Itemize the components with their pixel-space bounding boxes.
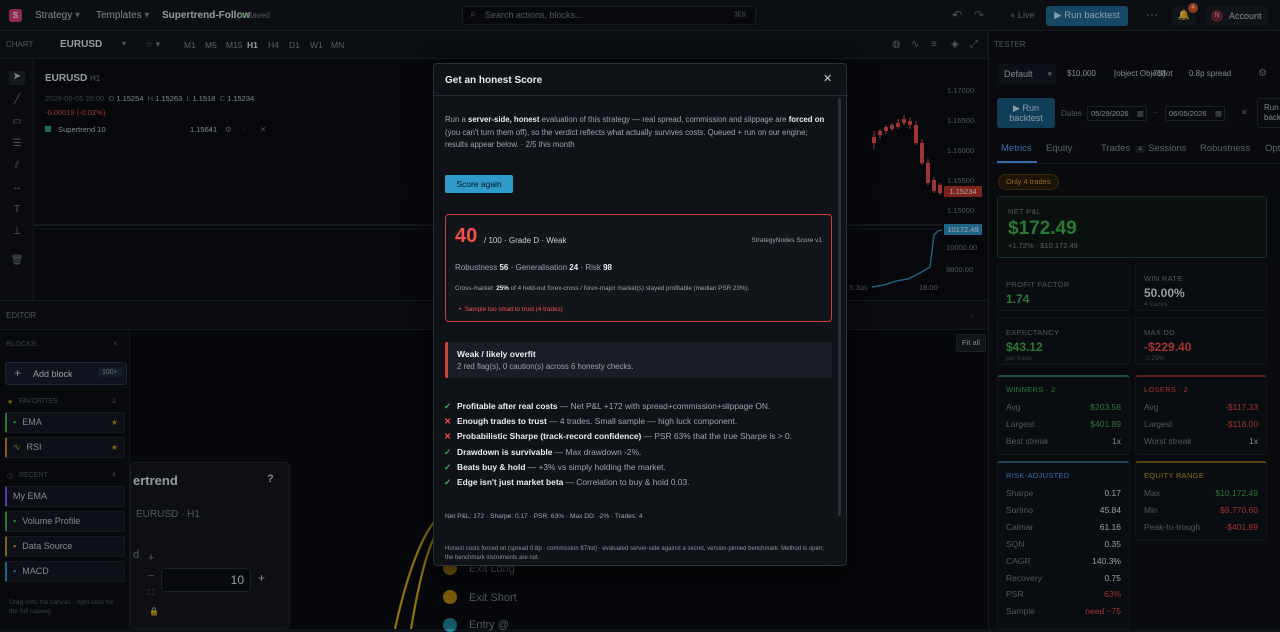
subscores: Robustness 56 · Generalisation 24 · Risk… xyxy=(455,263,612,272)
honesty-check: ✓ Profitable after real costs — Net P&L +… xyxy=(444,401,771,411)
check-icon: ✓ xyxy=(444,461,452,472)
honesty-check: ✓ Drawdown is survivable — Max drawdown -… xyxy=(444,446,642,457)
check-icon: ✓ xyxy=(444,477,452,487)
warning-item: • Sample too small to trust (4 trades) xyxy=(459,306,563,313)
honesty-check: ✕ Probabilistic Sharpe (track-record conf… xyxy=(444,431,792,442)
honesty-check: ✓ Beats buy & hold — +3% vs simply holdin… xyxy=(444,461,666,472)
verdict-box: Weak / likely overfit 2 red flag(s), 0 c… xyxy=(445,342,832,378)
check-icon: ✓ xyxy=(444,401,452,411)
score-card: 40 / 100 · Grade D · Weak StrategyNodes … xyxy=(445,214,832,322)
score-value: 40 xyxy=(455,225,478,247)
modal-footer: Honest costs forced on (spread 0.8p · co… xyxy=(445,546,824,561)
close-icon[interactable]: ✕ xyxy=(823,72,832,85)
scrollbar[interactable] xyxy=(838,98,841,516)
honesty-check: ✕ Enough trades to trust — 4 trades. Smal… xyxy=(444,416,738,427)
check-icon: ✓ xyxy=(444,446,452,457)
modal-title: Get an honest Score xyxy=(445,75,543,86)
cross-icon: ✕ xyxy=(444,431,452,442)
stats-line: Net P&L: 172 · Sharpe: 0.17 · PSR: 63% ·… xyxy=(445,513,643,520)
cross-icon: ✕ xyxy=(444,416,452,427)
cross-market: Cross-market: 25% of 4 held-out forex-cr… xyxy=(455,285,750,292)
honesty-check: ✓ Edge isn't just market beta — Correlati… xyxy=(444,477,690,487)
honest-score-modal: Get an honest Score ✕ Run a server-side,… xyxy=(433,63,848,566)
score-again-button[interactable]: Score again xyxy=(445,175,513,193)
modal-intro: Run a server-side, honest evaluation of … xyxy=(445,115,825,149)
